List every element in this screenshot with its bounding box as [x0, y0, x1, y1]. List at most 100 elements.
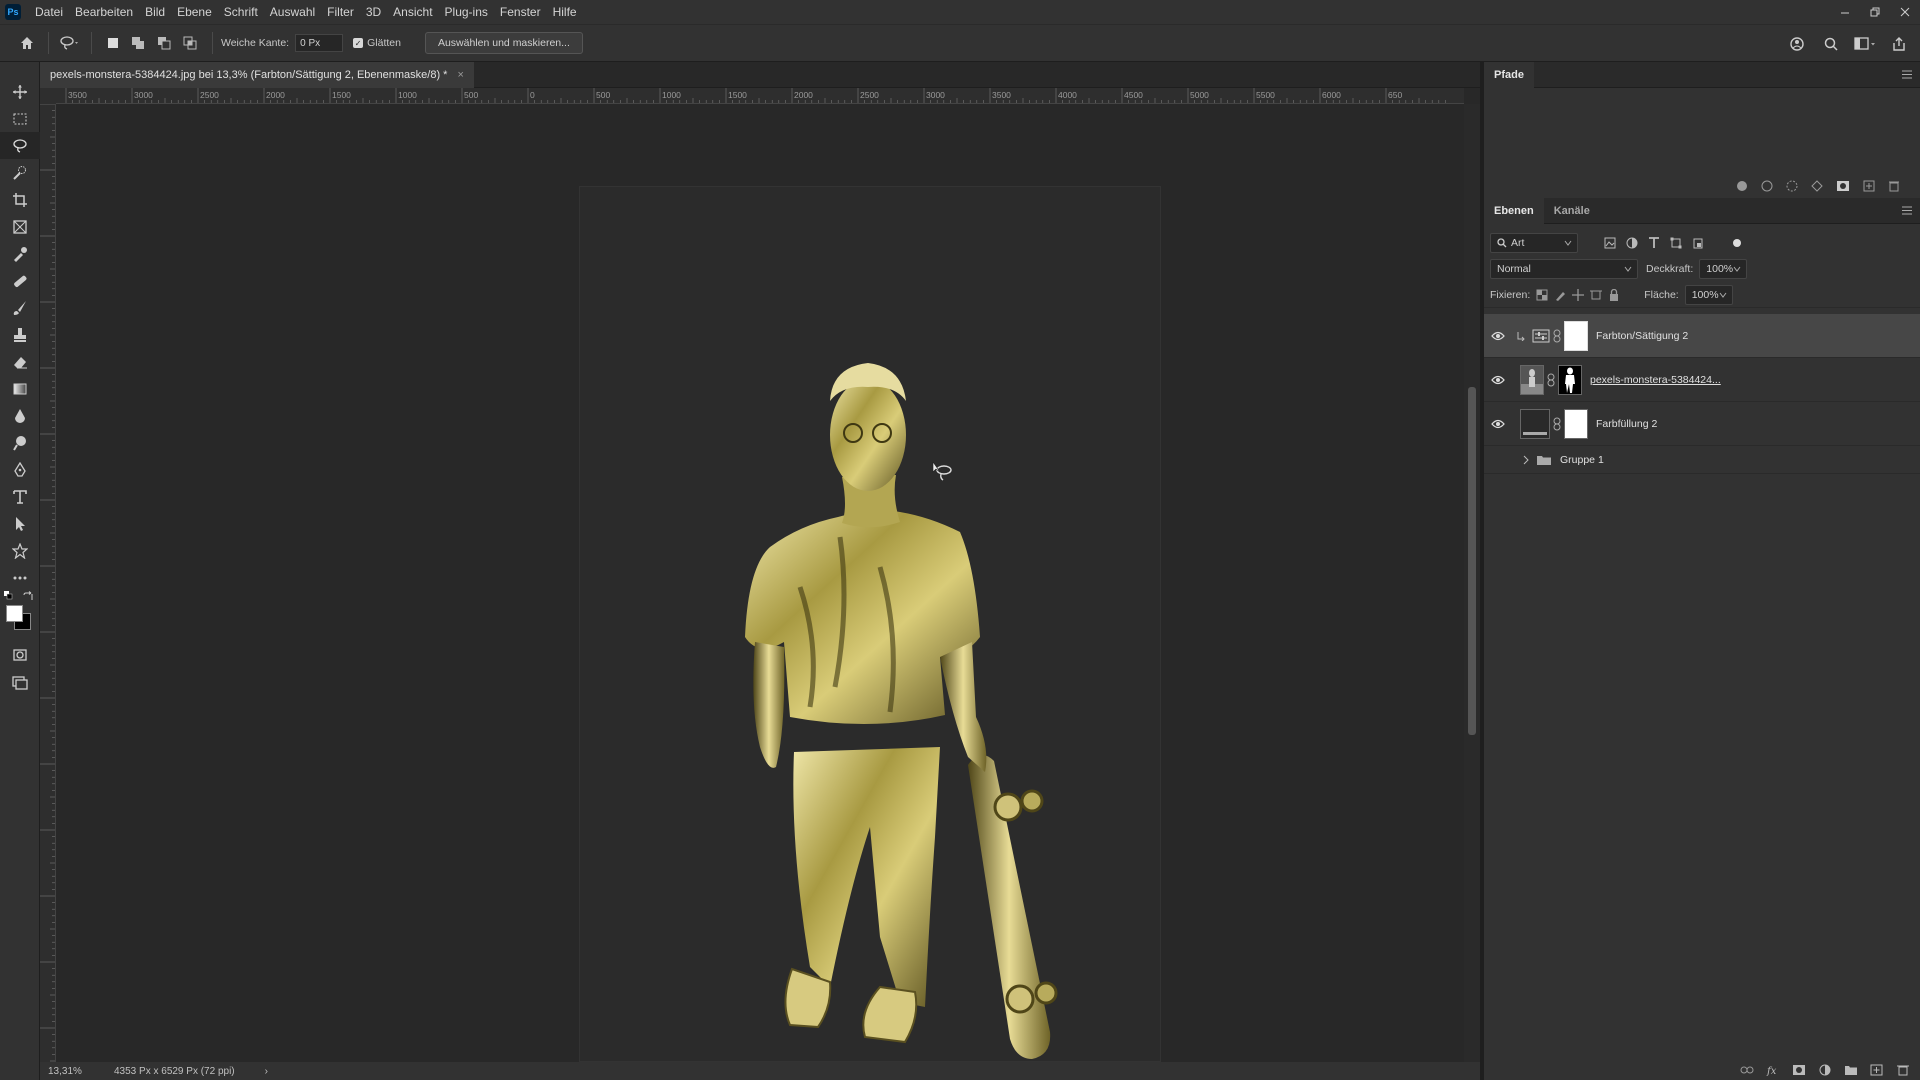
select-and-mask-button[interactable]: Auswählen und maskieren...: [424, 32, 583, 54]
lock-pixels-icon[interactable]: [1554, 289, 1566, 301]
stamp-tool-icon[interactable]: [0, 321, 40, 348]
lock-position-icon[interactable]: [1572, 288, 1585, 301]
color-fill-thumbnail[interactable]: [1520, 408, 1550, 439]
menu-auswahl[interactable]: Auswahl: [264, 0, 321, 24]
default-colors-icon[interactable]: [4, 591, 14, 601]
panel-menu-icon[interactable]: [1902, 206, 1912, 215]
quick-mask-icon[interactable]: [0, 641, 40, 668]
gradient-tool-icon[interactable]: [0, 375, 40, 402]
blur-tool-icon[interactable]: [0, 402, 40, 429]
menu-schrift[interactable]: Schrift: [218, 0, 264, 24]
layer-mask-thumbnail[interactable]: [1558, 364, 1582, 395]
layer-name[interactable]: Farbfüllung 2: [1596, 418, 1657, 430]
fill-path-icon[interactable]: [1736, 180, 1748, 192]
visibility-eye-icon[interactable]: [1484, 419, 1512, 429]
menu-plugins[interactable]: Plug-ins: [439, 0, 494, 24]
smooth-checkbox[interactable]: ✓ Glätten: [353, 37, 407, 49]
vertical-ruler[interactable]: [40, 104, 56, 1062]
panel-menu-icon[interactable]: [1902, 70, 1912, 79]
canvas-area[interactable]: [56, 104, 1464, 1062]
layer-image-thumbnail[interactable]: [1520, 364, 1544, 395]
pen-tool-icon[interactable]: [0, 456, 40, 483]
layer-name[interactable]: pexels-monstera-5384424...: [1590, 374, 1721, 386]
add-selection-icon[interactable]: [128, 32, 150, 54]
type-tool-icon[interactable]: [0, 483, 40, 510]
restore-button[interactable]: [1860, 0, 1890, 24]
search-icon[interactable]: [1820, 33, 1842, 55]
layer-name[interactable]: Farbton/Sättigung 2: [1596, 330, 1688, 342]
home-icon[interactable]: [16, 32, 38, 54]
delete-path-icon[interactable]: [1888, 180, 1900, 192]
layer-filter-select[interactable]: Art: [1490, 233, 1578, 253]
make-work-path-icon[interactable]: [1811, 180, 1823, 192]
blend-mode-select[interactable]: Normal: [1490, 259, 1638, 279]
healing-brush-tool-icon[interactable]: [0, 267, 40, 294]
menu-ansicht[interactable]: Ansicht: [387, 0, 438, 24]
chain-link-icon[interactable]: [1547, 373, 1555, 387]
document-tab[interactable]: pexels-monstera-5384424.jpg bei 13,3% (F…: [40, 62, 474, 88]
path-selection-tool-icon[interactable]: [0, 510, 40, 537]
menu-bearbeiten[interactable]: Bearbeiten: [69, 0, 139, 24]
visibility-eye-icon[interactable]: [1484, 331, 1512, 341]
status-menu-arrow[interactable]: ›: [265, 1066, 268, 1077]
fx-icon[interactable]: fx: [1766, 1064, 1780, 1076]
load-path-selection-icon[interactable]: [1786, 180, 1798, 192]
frame-tool-icon[interactable]: [0, 213, 40, 240]
menu-bild[interactable]: Bild: [139, 0, 171, 24]
document-canvas[interactable]: [579, 186, 1161, 1062]
swap-colors-icon[interactable]: [22, 591, 34, 603]
fill-input[interactable]: 100%: [1684, 284, 1733, 305]
delete-layer-icon[interactable]: [1896, 1064, 1910, 1076]
layer-mask-thumbnail[interactable]: [1564, 320, 1588, 351]
filter-toggle-icon[interactable]: [1732, 238, 1742, 248]
close-tab-icon[interactable]: ×: [457, 69, 463, 81]
crop-tool-icon[interactable]: [0, 186, 40, 213]
horizontal-ruler[interactable]: 3500 3000 2500 2000 1500 1000 500 0 500 1000 1500 2…: [56, 88, 1464, 104]
layer-row-hue-saturation[interactable]: Farbton/Sättigung 2: [1484, 314, 1920, 358]
opacity-input[interactable]: 100%: [1699, 259, 1748, 279]
visibility-eye-icon[interactable]: [1484, 375, 1512, 385]
share-icon[interactable]: [1888, 33, 1910, 55]
intersect-selection-icon[interactable]: [180, 32, 202, 54]
tab-pfade[interactable]: Pfade: [1484, 61, 1534, 88]
stroke-path-icon[interactable]: [1761, 180, 1773, 192]
link-layers-icon[interactable]: [1740, 1064, 1754, 1076]
chain-link-icon[interactable]: [1553, 329, 1561, 343]
vertical-scrollbar-thumb[interactable]: [1468, 387, 1476, 735]
shape-tool-icon[interactable]: [0, 537, 40, 564]
close-window-button[interactable]: [1890, 0, 1920, 24]
screen-mode-icon[interactable]: [0, 668, 40, 695]
tab-ebenen[interactable]: Ebenen: [1484, 197, 1544, 224]
workspace-icon[interactable]: [1854, 33, 1876, 55]
eraser-tool-icon[interactable]: [0, 348, 40, 375]
menu-hilfe[interactable]: Hilfe: [547, 0, 583, 24]
add-layer-mask-icon[interactable]: [1792, 1064, 1806, 1076]
layer-row-photo[interactable]: pexels-monstera-5384424...: [1484, 358, 1920, 402]
subtract-selection-icon[interactable]: [154, 32, 176, 54]
new-layer-icon[interactable]: [1870, 1064, 1884, 1076]
layer-row-color-fill[interactable]: Farbfüllung 2: [1484, 402, 1920, 446]
layer-name[interactable]: Gruppe 1: [1560, 454, 1604, 466]
lasso-preset-icon[interactable]: [59, 32, 81, 54]
tab-kanaele[interactable]: Kanäle: [1544, 198, 1600, 224]
add-mask-icon[interactable]: [1836, 180, 1850, 192]
feather-input[interactable]: [295, 34, 344, 52]
zoom-level[interactable]: 13,31%: [48, 1066, 98, 1077]
new-path-icon[interactable]: [1863, 180, 1875, 192]
foreground-color-swatch[interactable]: [6, 605, 23, 622]
lock-artboard-icon[interactable]: [1590, 289, 1603, 301]
lock-transparent-icon[interactable]: [1536, 289, 1548, 301]
filter-pixel-icon[interactable]: [1604, 237, 1616, 249]
menu-filter[interactable]: Filter: [321, 0, 360, 24]
quick-selection-tool-icon[interactable]: [0, 159, 40, 186]
dodge-tool-icon[interactable]: [0, 429, 40, 456]
layer-mask-thumbnail[interactable]: [1564, 408, 1588, 439]
minimize-button[interactable]: [1830, 0, 1860, 24]
menu-3d[interactable]: 3D: [360, 0, 387, 24]
brush-tool-icon[interactable]: [0, 294, 40, 321]
move-tool-icon[interactable]: [0, 78, 40, 105]
chevron-right-icon[interactable]: [1522, 455, 1530, 465]
marquee-tool-icon[interactable]: [0, 105, 40, 132]
lock-all-icon[interactable]: [1608, 288, 1620, 301]
filter-smart-object-icon[interactable]: [1692, 237, 1704, 249]
